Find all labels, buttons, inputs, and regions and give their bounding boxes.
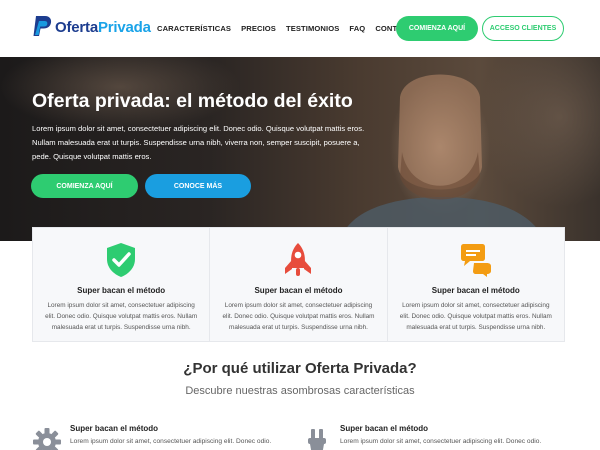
gear-icon [33, 428, 61, 450]
feature-text: Lorem ipsum dolor sit amet, consectetuer… [340, 438, 542, 445]
logo[interactable]: OfertaPrivada [32, 15, 151, 39]
card-text: Lorem ipsum dolor sit amet, consectetuer… [222, 302, 375, 331]
feature-text: Lorem ipsum dolor sit amet, consectetuer… [70, 438, 272, 445]
shield-check-icon [107, 243, 136, 277]
section-subtitle: Descubre nuestras asombrosas característ… [185, 385, 415, 397]
site-header: OfertaPrivada CARACTERÍSTICAS PRECIOS TE… [0, 0, 600, 57]
feature-item: Super bacan el método Lorem ipsum dolor … [32, 424, 292, 450]
card-title: Super bacan el método [77, 286, 166, 295]
feature-title: Super bacan el método [340, 424, 429, 433]
feature-card: Super bacan el método Lorem ipsum dolor … [210, 228, 388, 341]
client-access-button[interactable]: ACCESO CLIENTES [482, 16, 564, 41]
hero-start-button[interactable]: COMIENZA AQUÍ [31, 174, 138, 198]
hero-text: Lorem ipsum dolor sit amet, consectetuer… [32, 124, 365, 161]
hero-section: Oferta privada: el método del éxito Lore… [0, 57, 600, 241]
card-text: Lorem ipsum dolor sit amet, consectetuer… [45, 302, 198, 331]
nav-item-precios[interactable]: PRECIOS [241, 24, 276, 33]
chat-bubbles-icon [460, 244, 491, 277]
nav-item-faq[interactable]: FAQ [349, 24, 365, 33]
hero-learn-more-button[interactable]: CONOCE MÁS [145, 174, 251, 198]
logo-text: OfertaPrivada [55, 18, 151, 36]
logo-mark-icon [33, 16, 52, 36]
card-title: Super bacan el método [431, 286, 520, 295]
feature-card: Super bacan el método Lorem ipsum dolor … [33, 228, 211, 341]
main-nav: CARACTERÍSTICAS PRECIOS TESTIMONIOS FAQ … [157, 24, 428, 33]
tool-icon [308, 429, 326, 450]
nav-item-caracteristicas[interactable]: CARACTERÍSTICAS [157, 24, 231, 33]
header-start-button[interactable]: COMIENZA AQUÍ [396, 16, 478, 41]
hero-title: Oferta privada: el método del éxito [32, 90, 353, 112]
feature-title: Super bacan el método [70, 424, 159, 433]
feature-item: Super bacan el método Lorem ipsum dolor … [302, 424, 562, 450]
feature-card: Super bacan el método Lorem ipsum dolor … [388, 228, 564, 341]
nav-item-testimonios[interactable]: TESTIMONIOS [286, 24, 339, 33]
feature-cards: Super bacan el método Lorem ipsum dolor … [32, 227, 565, 342]
card-text: Lorem ipsum dolor sit amet, consectetuer… [399, 302, 552, 331]
rocket-icon [285, 243, 312, 276]
section-title: ¿Por qué utilizar Oferta Privada? [183, 360, 417, 377]
card-title: Super bacan el método [254, 286, 343, 295]
